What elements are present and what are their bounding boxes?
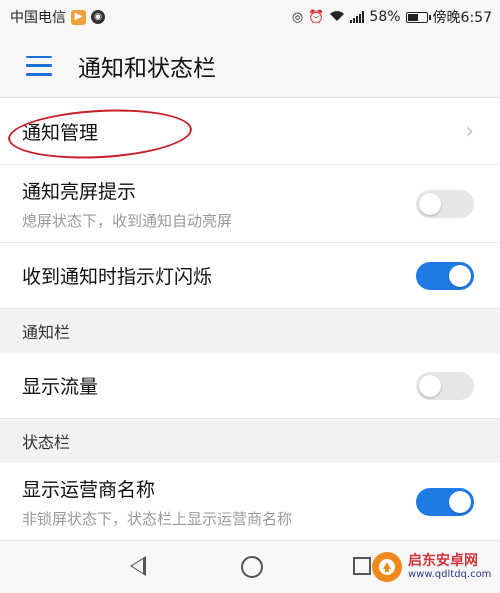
battery-fill [407,13,418,21]
show-carrier-subtitle: 非锁屏状态下，状态栏上显示运营商名称 [22,509,293,528]
wake-screen-toggle[interactable] [416,189,474,218]
notification-management-label: 通知管理 [22,122,99,144]
toggle-knob [449,490,471,513]
wake-screen-title: 通知亮屏提示 [22,180,137,203]
show-traffic-toggle[interactable] [416,371,474,400]
settings-list: 通知管理 › 通知亮屏提示 熄屏状态下，收到通知自动亮屏 收到通知时指示灯闪烁 … [0,99,500,541]
wake-screen-texts: 通知亮屏提示 熄屏状态下，收到通知自动亮屏 [22,177,232,231]
wifi-icon [329,10,345,25]
status-bar-left: 中国电信 ▶ ◉ [10,7,105,27]
notification-management-item[interactable]: 通知管理 › [0,99,500,165]
watermark: 启东安卓网 www.qdltdq.com [372,552,491,582]
nfc-icon: ◎ [291,9,304,25]
status-bar-section-header: 状态栏 [0,419,500,463]
show-carrier-texts: 显示运营商名称 非锁屏状态下，状态栏上显示运营商名称 [22,475,292,529]
wake-screen-item[interactable]: 通知亮屏提示 熄屏状态下，收到通知自动亮屏 [0,165,500,243]
show-traffic-title: 显示流量 [22,376,99,398]
toggle-knob [419,374,441,397]
app-notification-icon: ◉ [91,10,105,24]
status-bar: 中国电信 ▶ ◉ ◎ ⏰ 58% 傍晚6:57 [0,0,500,34]
chevron-right-icon: › [465,118,474,144]
battery-icon [405,11,431,23]
alarm-icon: ⏰ [308,9,325,25]
show-traffic-item[interactable]: 显示流量 [0,353,500,419]
indicator-light-title: 收到通知时指示灯闪烁 [22,266,213,288]
indicator-light-item[interactable]: 收到通知时指示灯闪烁 [0,243,500,309]
watermark-name: 启东安卓网 [408,552,478,569]
show-carrier-toggle[interactable] [416,487,474,516]
indicator-light-toggle[interactable] [416,261,474,290]
back-icon[interactable] [130,556,146,576]
watermark-url: www.qdltdq.com [408,569,492,581]
toggle-knob [419,192,441,215]
page-title: 通知和状态栏 [78,55,216,82]
battery-percent: 58% [369,9,401,25]
play-notification-icon: ▶ [71,9,86,25]
toggle-knob [449,264,471,287]
show-carrier-title: 显示运营商名称 [22,478,156,501]
notification-bar-section-header: 通知栏 [0,309,500,353]
app-header: 通知和状态栏 [0,34,500,98]
carrier-label: 中国电信 [10,10,66,26]
show-carrier-item[interactable]: 显示运营商名称 非锁屏状态下，状态栏上显示运营商名称 [0,463,500,541]
recent-apps-icon[interactable] [353,557,371,575]
watermark-texts: 启东安卓网 www.qdltdq.com [408,552,492,581]
watermark-logo-icon [372,552,402,582]
menu-icon[interactable] [26,55,52,76]
status-time: 傍晚6:57 [432,10,492,26]
wake-screen-subtitle: 熄屏状态下，收到通知自动亮屏 [22,211,233,230]
home-icon[interactable] [241,556,263,578]
status-bar-right: ◎ ⏰ 58% 傍晚6:57 [292,7,492,27]
signal-4g-icon [350,11,365,23]
